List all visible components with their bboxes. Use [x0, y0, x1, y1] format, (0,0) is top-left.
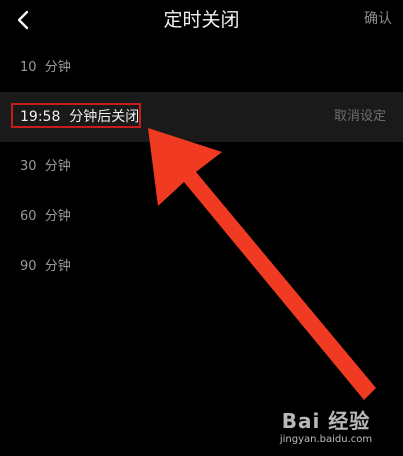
highlight-annotation-box	[11, 103, 141, 128]
watermark-url: jingyan.baidu.com	[279, 434, 373, 445]
option-30-min[interactable]: 30 分钟	[0, 142, 403, 192]
cancel-timer-button[interactable]: 取消设定	[334, 92, 386, 142]
option-label: 30 分钟	[20, 159, 71, 174]
option-90-min[interactable]: 90 分钟	[0, 242, 403, 292]
option-60-min[interactable]: 60 分钟	[0, 192, 403, 242]
option-10-min[interactable]: 10 分钟	[0, 43, 403, 93]
confirm-button[interactable]: 确认	[364, 8, 392, 30]
timer-screen: 定时关闭 确认 10 分钟 19:58 分钟后关闭 取消设定 30 分钟 60 …	[0, 0, 403, 456]
header: 定时关闭 确认	[0, 0, 403, 40]
page-title: 定时关闭	[163, 9, 240, 31]
option-label: 90 分钟	[20, 259, 71, 274]
option-label: 10 分钟	[20, 60, 71, 75]
watermark-logo: Bai 经验	[281, 409, 371, 433]
watermark: Bai 经验 jingyan.baidu.com	[271, 409, 381, 446]
option-label: 60 分钟	[20, 209, 71, 224]
